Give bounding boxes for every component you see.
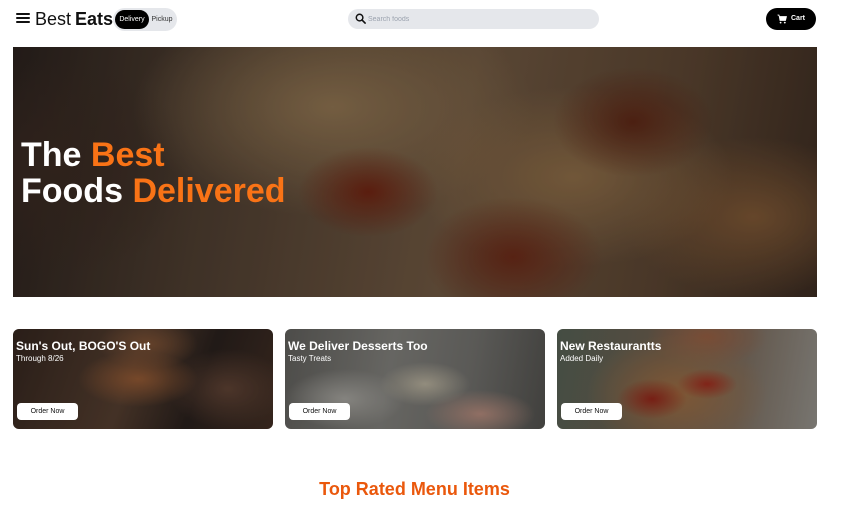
hero-line1-plain: The — [21, 136, 82, 174]
cart-label: Cart — [791, 15, 806, 22]
order-now-button[interactable]: Order Now — [561, 403, 622, 420]
promo-card-title: Sun's Out, BOGO'S Out — [16, 339, 151, 353]
promo-card-bogo: Sun's Out, BOGO'S Out Through 8/26 Order… — [13, 329, 273, 429]
promo-card-subtitle: Added Daily — [560, 354, 604, 363]
shopping-cart-icon — [777, 14, 787, 24]
promo-card-new-restaurants: New Restaurantts Added Daily Order Now — [557, 329, 817, 429]
promo-card-subtitle: Tasty Treats — [288, 354, 332, 363]
hero-line2-accent: Delivered — [132, 172, 286, 210]
hero-title: The Best Foods Delivered — [21, 137, 286, 209]
promo-card-desserts: We Deliver Desserts Too Tasty Treats Ord… — [285, 329, 545, 429]
delivery-option[interactable]: Delivery — [115, 10, 149, 29]
search-bar — [348, 9, 599, 29]
delivery-mode-toggle: Delivery Pickup — [113, 8, 177, 31]
hero-line2-plain: Foods — [21, 172, 123, 210]
pickup-option[interactable]: Pickup — [149, 10, 175, 29]
hamburger-menu-icon[interactable] — [16, 11, 32, 27]
order-now-button[interactable]: Order Now — [289, 403, 350, 420]
brand-name-light: Best — [35, 9, 72, 29]
hero-line1-accent: Best — [90, 136, 165, 174]
promo-card-title: New Restaurantts — [560, 339, 662, 353]
search-input[interactable] — [368, 9, 593, 29]
search-icon — [355, 13, 366, 24]
navbar: BestEats Delivery Pickup Cart — [0, 0, 859, 40]
top-rated-heading: Top Rated Menu Items — [319, 479, 510, 499]
cart-button[interactable]: Cart — [766, 8, 816, 30]
brand-name-bold: Eats — [75, 9, 114, 29]
hero-banner: The Best Foods Delivered — [13, 47, 817, 297]
promo-card-title: We Deliver Desserts Too — [288, 339, 428, 353]
brand-logo[interactable]: Best Eats — [35, 8, 113, 30]
promo-card-subtitle: Through 8/26 — [16, 354, 64, 363]
order-now-button[interactable]: Order Now — [17, 403, 78, 420]
